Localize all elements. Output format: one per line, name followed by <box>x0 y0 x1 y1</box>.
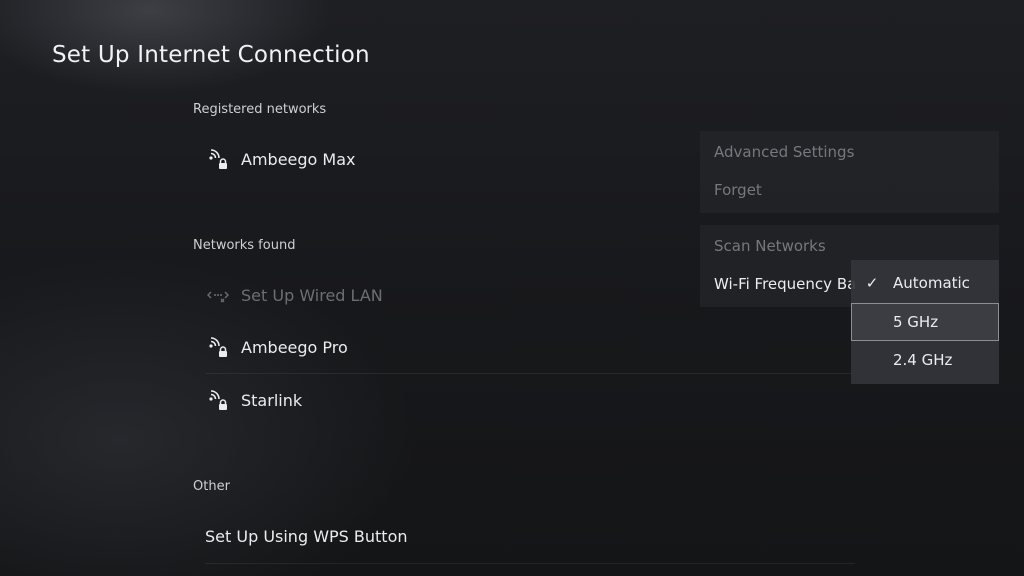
wifi-locked-icon <box>205 386 233 414</box>
network-label: Ambeego Max <box>241 149 356 169</box>
option-automatic[interactable]: ✓ Automatic <box>851 264 999 302</box>
option-label: 5 GHz <box>893 313 939 331</box>
menu-item-wifi-frequency-band[interactable]: Wi-Fi Frequency Ba <box>714 275 856 293</box>
network-item-ambeego-pro[interactable]: Ambeego Pro <box>205 330 348 364</box>
wifi-locked-icon <box>205 333 233 361</box>
network-item-starlink[interactable]: Starlink <box>205 383 302 417</box>
menu-item-forget[interactable]: Forget <box>714 181 762 199</box>
wifi-locked-icon <box>205 145 233 173</box>
wps-button-item[interactable]: Set Up Using WPS Button <box>205 519 408 553</box>
options-menu-group-1: Advanced Settings Forget <box>700 131 999 213</box>
wps-label: Set Up Using WPS Button <box>205 526 408 546</box>
option-label: 2.4 GHz <box>893 351 953 369</box>
page-title: Set Up Internet Connection <box>52 42 370 68</box>
network-label: Starlink <box>241 390 303 410</box>
menu-item-advanced-settings[interactable]: Advanced Settings <box>714 143 854 161</box>
checkmark-icon: ✓ <box>865 274 879 292</box>
option-5ghz[interactable]: 5 GHz <box>851 303 999 341</box>
option-label: Automatic <box>893 274 970 292</box>
networks-found-heading: Networks found <box>193 238 296 253</box>
other-heading: Other <box>193 479 230 494</box>
wired-lan-icon <box>205 281 233 309</box>
registered-networks-heading: Registered networks <box>193 102 327 117</box>
network-label: Ambeego Pro <box>241 337 348 357</box>
network-label: Set Up Wired LAN <box>241 285 383 305</box>
network-item-wired-lan[interactable]: Set Up Wired LAN <box>205 278 383 312</box>
option-2-4ghz[interactable]: 2.4 GHz <box>851 341 999 379</box>
divider <box>205 563 855 564</box>
menu-item-scan-networks[interactable]: Scan Networks <box>714 237 826 255</box>
network-item-ambeego-max[interactable]: Ambeego Max <box>205 142 355 176</box>
divider <box>205 373 855 374</box>
frequency-band-dropdown: ✓ Automatic 5 GHz 2.4 GHz <box>851 260 999 384</box>
